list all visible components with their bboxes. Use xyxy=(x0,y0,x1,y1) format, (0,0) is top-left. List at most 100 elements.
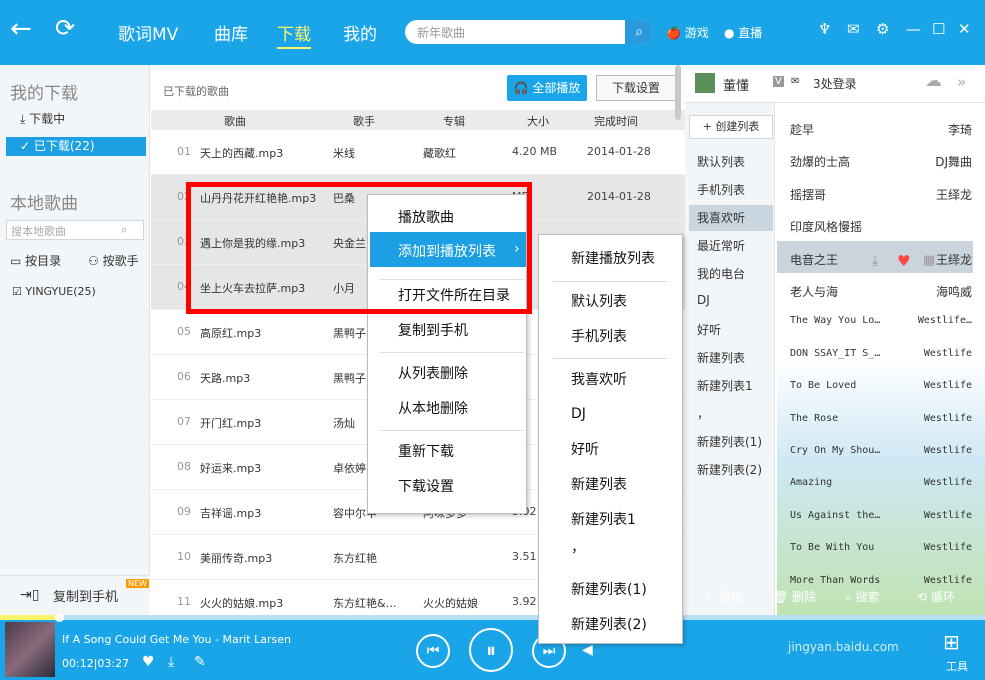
song-list-item[interactable]: The Rose Westlife xyxy=(790,413,980,433)
playlist-item[interactable]: 新建列表(2) xyxy=(697,461,762,478)
submenu-item[interactable]: 我喜欢听 xyxy=(571,369,627,389)
maximize-icon[interactable]: ☐ xyxy=(932,20,945,38)
playlist-item[interactable]: 我喜欢听 xyxy=(697,209,745,226)
song-list-item[interactable]: The Way You Lo… Westlife… xyxy=(790,315,980,335)
submenu-item[interactable]: ， xyxy=(571,537,585,557)
menu-item-delete-local[interactable]: 从本地删除 xyxy=(398,398,468,418)
col-song[interactable]: 歌曲 xyxy=(224,113,246,129)
sidebar-item-downloaded[interactable]: ✓ 已下载(22) xyxy=(6,137,146,156)
song-list-item[interactable]: 印度风格慢摇 xyxy=(790,218,980,238)
song-list-item[interactable]: Cry On My Shou… Westlife xyxy=(790,445,980,465)
search-button[interactable]: ⌕ 搜索 xyxy=(845,588,880,605)
skin-icon[interactable]: ♆ xyxy=(818,20,831,38)
playlist-item[interactable]: 最近常听 xyxy=(697,237,745,254)
song-list-item[interactable]: 趁早 李琦 xyxy=(790,121,980,141)
refresh-icon[interactable]: ⟳ xyxy=(55,14,75,42)
col-date[interactable]: 完成时间 xyxy=(594,113,638,129)
song-list-item[interactable]: 摇摆哥 王绎龙 xyxy=(790,186,980,206)
album-cover[interactable] xyxy=(5,622,55,677)
sidebar-item-downloading[interactable]: ⤓ 下载中 xyxy=(20,110,65,127)
previous-button[interactable]: ⏮ xyxy=(416,634,450,668)
cloud-icon[interactable]: ☁ xyxy=(925,71,942,91)
download-icon[interactable]: ⤓ xyxy=(168,654,174,670)
tools-label[interactable]: 工具 xyxy=(946,658,968,674)
more-icon[interactable]: ⌄ xyxy=(949,253,960,268)
tab-mine[interactable]: 我的 xyxy=(343,20,377,45)
delete-button[interactable]: 🗑 删除 xyxy=(773,588,816,605)
heart-icon[interactable]: ♥ xyxy=(142,654,155,670)
expand-icon[interactable]: » xyxy=(957,73,966,91)
submenu-item[interactable]: 新建列表(2) xyxy=(571,614,647,634)
page-title: 已下载的歌曲 xyxy=(163,85,229,98)
search-box[interactable]: 新年歌曲 ⌕ xyxy=(405,20,653,44)
folder-yingyue[interactable]: ☑ YINGYUE(25) xyxy=(12,285,96,298)
playlist-item[interactable]: ， xyxy=(697,405,709,422)
playlist-item[interactable]: 默认列表 xyxy=(697,153,745,170)
heart-icon[interactable]: ♥ xyxy=(897,252,910,270)
song-list-item[interactable]: To Be Loved Westlife xyxy=(790,380,980,400)
back-icon[interactable]: ← xyxy=(10,14,32,44)
playlist-item[interactable]: 新建列表(1) xyxy=(697,433,762,450)
playlist-item[interactable]: 新建列表 xyxy=(697,349,745,366)
by-singer-button[interactable]: ⚇ 按歌手 xyxy=(88,252,139,269)
create-list-button[interactable]: + 创建列表 xyxy=(689,115,773,139)
song-list-item[interactable]: Amazing Westlife xyxy=(790,477,980,497)
submenu-item[interactable]: 好听 xyxy=(571,439,599,459)
menu-item-download-settings[interactable]: 下载设置 xyxy=(398,476,454,496)
local-search-input[interactable]: 搜本地歌曲 ⌕ xyxy=(6,220,144,240)
tab-download[interactable]: 下载 xyxy=(277,20,311,49)
live-link[interactable]: ● 直播 xyxy=(724,24,762,41)
search-input[interactable]: 新年歌曲 xyxy=(417,24,465,41)
submenu-item[interactable]: 新建列表(1) xyxy=(571,579,647,599)
copy-to-phone-button[interactable]: ⇥▯ 复制到手机 NEW xyxy=(0,575,150,615)
volume-icon[interactable]: ◀ xyxy=(582,642,593,658)
col-size[interactable]: 大小 xyxy=(527,113,549,129)
submenu-item[interactable]: DJ xyxy=(571,406,586,422)
submenu-item[interactable]: 新建列表1 xyxy=(571,509,636,529)
playlist-item[interactable]: 手机列表 xyxy=(697,181,745,198)
mv-icon[interactable]: ▦ xyxy=(923,253,935,268)
menu-icon[interactable]: ⚙ xyxy=(876,20,889,38)
playlist-item[interactable]: DJ xyxy=(697,293,710,307)
submenu-item-new-playlist[interactable]: 新建播放列表 xyxy=(571,248,655,268)
submenu-item[interactable]: 手机列表 xyxy=(571,326,627,346)
username[interactable]: 董懂 xyxy=(723,75,749,94)
tab-lyrics-mv[interactable]: 歌词MV xyxy=(118,20,178,45)
close-icon[interactable]: ✕ xyxy=(958,20,971,38)
song-list-item[interactable]: Us Against the… Westlife xyxy=(790,510,980,530)
by-directory-button[interactable]: ▭ 按目录 xyxy=(10,252,61,269)
song-list-item[interactable]: DON SSAY_IT S_… Westlife xyxy=(790,348,980,368)
minimize-icon[interactable]: — xyxy=(906,20,921,38)
mail-icon[interactable]: ✉ xyxy=(791,76,799,87)
menu-item-copy-phone[interactable]: 复制到手机 xyxy=(398,320,468,340)
song-list-item[interactable]: To Be With You Westlife xyxy=(790,542,980,562)
tab-library[interactable]: 曲库 xyxy=(214,20,248,45)
song-list-item[interactable]: 劲爆的士高 DJ舞曲 xyxy=(790,153,980,173)
game-link[interactable]: 🍎 游戏 xyxy=(666,24,709,41)
col-singer[interactable]: 歌手 xyxy=(353,113,375,129)
search-icon[interactable]: ⌕ xyxy=(625,20,653,44)
loop-button[interactable]: ⟲ 循环 xyxy=(917,588,955,605)
menu-item-redownload[interactable]: 重新下载 xyxy=(398,441,454,461)
col-album[interactable]: 专辑 xyxy=(443,113,465,129)
progress-bar[interactable] xyxy=(0,613,985,622)
playlist-item[interactable]: 好听 xyxy=(697,321,721,338)
submenu-item[interactable]: 默认列表 xyxy=(571,291,627,311)
pause-button[interactable]: ⏸ xyxy=(469,628,513,672)
menu-item-remove-list[interactable]: 从列表删除 xyxy=(398,363,468,383)
tools-icon[interactable]: ⊞ xyxy=(943,630,960,654)
share-icon[interactable]: ✎ xyxy=(194,654,206,670)
login-count[interactable]: 3处登录 xyxy=(813,75,857,92)
playlist-item[interactable]: 我的电台 xyxy=(697,265,745,282)
play-all-button[interactable]: 🎧 全部播放 xyxy=(507,75,587,101)
submenu-item[interactable]: 新建列表 xyxy=(571,474,627,494)
scrollbar[interactable] xyxy=(675,65,681,120)
playlist-item[interactable]: 新建列表1 xyxy=(697,377,753,394)
download-settings-button[interactable]: 下载设置 xyxy=(596,75,676,101)
avatar[interactable] xyxy=(695,73,715,93)
download-icon[interactable]: ⤓ xyxy=(872,253,878,269)
table-row[interactable]: 01 天上的西藏.mp3 米线 藏歌红 4.20 MB 2014-01-28 xyxy=(151,130,685,175)
add-button[interactable]: ＋ 添加 xyxy=(703,588,743,605)
mail-icon[interactable]: ✉ xyxy=(847,20,860,38)
song-list-item[interactable]: 老人与海 海鸣威 xyxy=(790,283,980,303)
